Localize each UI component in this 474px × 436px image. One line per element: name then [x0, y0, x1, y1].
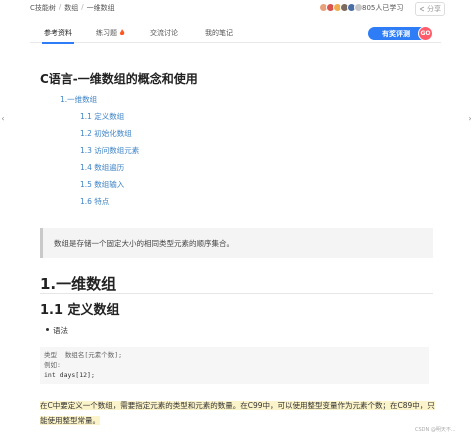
code-line: int days[12];: [44, 371, 95, 379]
toc-item[interactable]: 1.一维数组: [60, 94, 97, 105]
toc-item[interactable]: 1.6 特点: [80, 196, 109, 207]
tab-exercises[interactable]: 练习题: [96, 28, 125, 38]
subsection-heading: 1.1 定义数组: [40, 303, 120, 318]
quote-text: 数组是存储一个固定大小的相同类型元素的顺序集合。: [54, 239, 234, 248]
definition-quote: 数组是存储一个固定大小的相同类型元素的顺序集合。: [40, 228, 433, 258]
code-line: 类型 数组名[元素个数];: [44, 351, 123, 359]
heading-divider: [40, 293, 433, 294]
list-item: 语法: [46, 326, 68, 335]
watermark: CSDN @明天不...: [415, 427, 456, 433]
breadcrumb-separator: /: [81, 3, 84, 11]
breadcrumb-item-array[interactable]: 数组: [64, 3, 78, 13]
breadcrumb-item-current: 一维数组: [86, 4, 115, 12]
toc-item[interactable]: 1.1 定义数组: [80, 111, 124, 122]
highlighted-text: 在C中要定义一个数组，需要指定元素的类型和元素的数量。在C99中，可以使用整型变…: [40, 401, 435, 425]
tab-my-notes[interactable]: 我的笔记: [205, 28, 233, 38]
tab-exercises-label: 练习题: [96, 29, 117, 37]
prize-evaluation-label: 有奖评测: [382, 29, 410, 38]
learner-avatars: [319, 3, 363, 12]
right-collapse-arrow-icon[interactable]: ›: [467, 111, 473, 125]
paragraph: 在C中要定义一个数组，需要指定元素的类型和元素的数量。在C99中，可以使用整型变…: [40, 398, 440, 428]
breadcrumb-separator: /: [58, 3, 62, 11]
tab-references[interactable]: 参考资料: [42, 28, 74, 44]
code-line: 例如:: [44, 361, 61, 369]
go-badge: GO: [418, 26, 433, 41]
section-heading: 1.一维数组: [40, 275, 117, 293]
share-icon: [419, 6, 425, 12]
share-button[interactable]: 分享: [415, 2, 445, 16]
toc-item[interactable]: 1.4 数组遍历: [80, 162, 124, 173]
share-label: 分享: [427, 5, 441, 13]
article-title: C语言-一维数组的概念和使用: [40, 72, 198, 86]
breadcrumb-item-skill-tree[interactable]: C技能树: [30, 3, 56, 13]
left-collapse-arrow-icon[interactable]: ‹: [0, 111, 6, 125]
tab-discussion[interactable]: 交流讨论: [150, 28, 178, 38]
prize-evaluation-button[interactable]: 有奖评测 GO: [368, 26, 433, 41]
fire-icon: [120, 29, 125, 36]
learner-count: 805人已学习: [362, 4, 404, 12]
code-block: 类型 数组名[元素个数]; 例如: int days[12];: [40, 347, 429, 384]
toc-item[interactable]: 1.5 数组输入: [80, 179, 124, 190]
top-bar: C技能树 / 数组 / 一维数组 805人已学习 分享: [0, 0, 474, 17]
breadcrumb: C技能树 / 数组 / 一维数组: [30, 3, 115, 13]
toc-item[interactable]: 1.3 访问数组元素: [80, 145, 139, 156]
toc-item[interactable]: 1.2 初始化数组: [80, 128, 132, 139]
